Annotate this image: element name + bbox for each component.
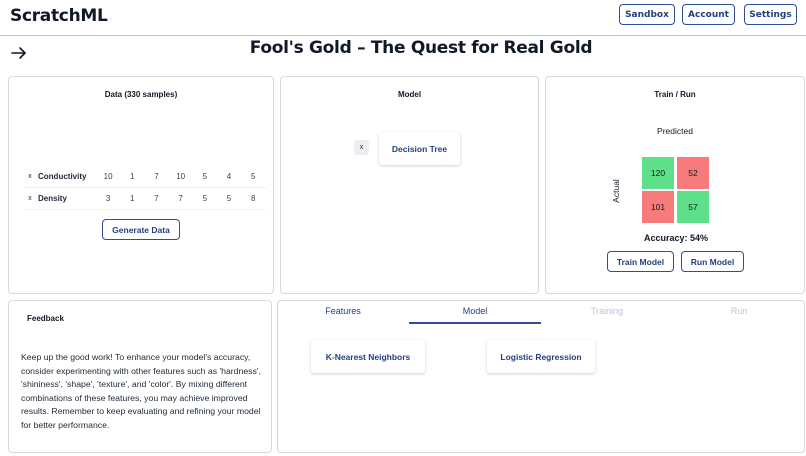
feature-value: 10	[103, 172, 113, 181]
tab-training: Training	[590, 306, 624, 316]
feature-value: 4	[226, 172, 232, 181]
settings-button[interactable]: Settings	[744, 4, 797, 25]
account-button[interactable]: Account	[682, 4, 735, 25]
train-panel-title: Train / Run	[654, 90, 696, 99]
confusion-cell-fn: 52	[677, 157, 709, 189]
model-panel: Model	[280, 76, 539, 294]
remove-feature-button[interactable]: x	[24, 195, 36, 202]
feature-row-conductivity: x Conductivity 10 1 7 10 5 4 5	[24, 166, 266, 188]
feature-name: Conductivity	[38, 172, 87, 181]
selected-model-card[interactable]: Decision Tree	[379, 132, 460, 165]
feature-value: 7	[154, 172, 159, 181]
active-tab-indicator	[409, 322, 541, 324]
feature-value: 1	[130, 194, 135, 203]
data-panel-title: Data (330 samples)	[104, 90, 178, 99]
feature-name: Density	[38, 194, 67, 203]
model-panel-title: Model	[397, 90, 422, 99]
accuracy-label: Accuracy: 54%	[643, 233, 709, 243]
confusion-cell-tn: 57	[677, 191, 709, 223]
feature-value: 10	[176, 172, 186, 181]
run-model-button[interactable]: Run Model	[681, 251, 744, 272]
tab-run: Run	[730, 306, 748, 316]
tab-features[interactable]: Features	[277, 306, 409, 316]
tab-model[interactable]: Model	[409, 306, 541, 316]
feature-value: 5	[250, 172, 256, 181]
logistic-regression-option[interactable]: Logistic Regression	[487, 340, 595, 373]
train-run-panel: Train / Run	[545, 76, 805, 294]
feedback-panel: Feedback Keep up the good work! To enhan…	[8, 300, 272, 453]
feature-value: 5	[202, 172, 208, 181]
feature-value: 3	[105, 194, 111, 203]
app-logo[interactable]: ScratchML	[10, 6, 108, 26]
predicted-axis-label: Predicted	[657, 126, 693, 136]
train-model-button[interactable]: Train Model	[607, 251, 674, 272]
knn-model-option[interactable]: K-Nearest Neighbors	[311, 340, 425, 373]
confusion-cell-fp: 101	[642, 191, 674, 223]
feature-value: 5	[202, 194, 208, 203]
page-title: Fool's Gold – The Quest for Real Gold	[249, 38, 593, 58]
feature-table: x Conductivity 10 1 7 10 5 4 5 x Density…	[24, 166, 266, 210]
workflow-panel	[277, 300, 805, 453]
feedback-title: Feedback	[27, 314, 64, 323]
confusion-cell-tp: 120	[642, 157, 674, 189]
feature-row-density: x Density 3 1 7 7 5 5 8	[24, 188, 266, 210]
remove-feature-button[interactable]: x	[24, 173, 36, 180]
feature-value: 5	[226, 194, 232, 203]
feature-value: 1	[130, 172, 135, 181]
feature-value: 7	[178, 194, 183, 203]
sandbox-button[interactable]: Sandbox	[619, 4, 675, 25]
feature-value: 8	[250, 194, 256, 203]
feature-value: 7	[154, 194, 159, 203]
generate-data-button[interactable]: Generate Data	[102, 219, 180, 240]
feedback-text: Keep up the good work! To enhance your m…	[21, 352, 261, 430]
top-bar: ScratchML Sandbox Account Settings	[0, 0, 806, 36]
remove-model-button[interactable]: x	[354, 140, 369, 155]
actual-axis-label: Actual	[610, 179, 621, 203]
